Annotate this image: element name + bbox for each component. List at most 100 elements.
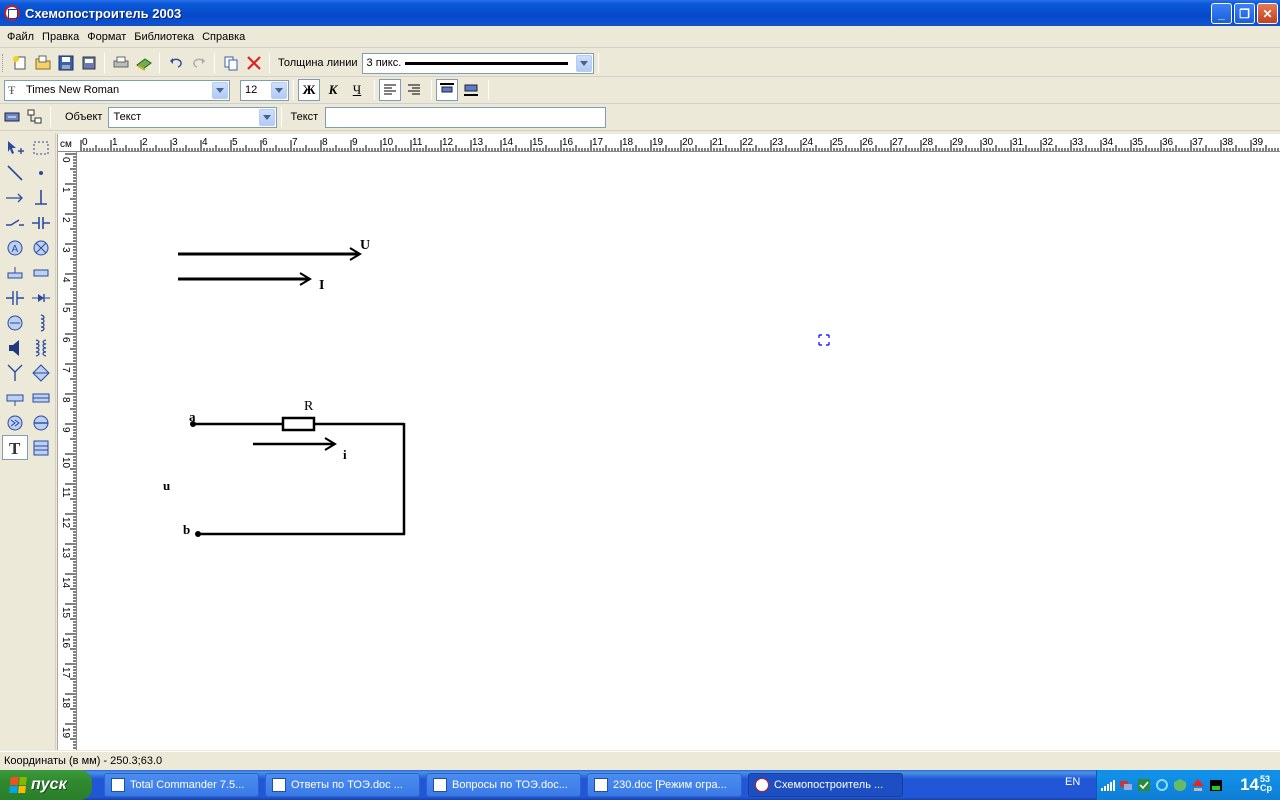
menu-edit[interactable]: Правка bbox=[38, 31, 83, 43]
schematic-sheet[interactable]: U I R a b i u bbox=[78, 153, 1280, 750]
menu-file[interactable]: Файл bbox=[3, 31, 38, 43]
bridge-tool[interactable] bbox=[28, 360, 54, 385]
selection-handles[interactable] bbox=[818, 334, 830, 346]
bold-button[interactable]: Ж bbox=[298, 79, 320, 101]
valign-top-button[interactable] bbox=[436, 79, 458, 101]
label-u[interactable]: u bbox=[163, 478, 170, 493]
relay-tool[interactable] bbox=[28, 385, 54, 410]
chevron-down-icon[interactable] bbox=[259, 108, 276, 126]
security-icon[interactable] bbox=[1173, 778, 1187, 792]
save-as-button[interactable] bbox=[77, 52, 100, 74]
frame-select-tool[interactable] bbox=[28, 135, 54, 160]
redo-button[interactable] bbox=[187, 52, 210, 74]
clock[interactable]: 14 53 Ср bbox=[1240, 775, 1272, 795]
text-input[interactable] bbox=[325, 106, 607, 128]
safely-remove-icon[interactable] bbox=[1191, 778, 1205, 792]
title-bar[interactable]: Схемопостроитель 2003 _ ❐ ✕ bbox=[0, 0, 1280, 26]
antivirus-icon[interactable] bbox=[1137, 778, 1151, 792]
inductor-tool[interactable] bbox=[28, 310, 54, 335]
italic-button[interactable]: К bbox=[322, 79, 344, 101]
valign-bottom-button[interactable] bbox=[460, 79, 482, 101]
font-name-select[interactable]: Ŧ Times New Roman bbox=[4, 79, 230, 101]
diode-tool[interactable] bbox=[28, 285, 54, 310]
terminal-b[interactable] bbox=[195, 531, 201, 537]
task-schematic-builder[interactable]: Схемопостроитель ... bbox=[748, 773, 903, 797]
open-file-button[interactable] bbox=[31, 52, 54, 74]
save-button[interactable] bbox=[54, 52, 77, 74]
label-a[interactable]: a bbox=[189, 409, 196, 424]
antenna-tool[interactable] bbox=[2, 360, 28, 385]
battery-icon[interactable] bbox=[1209, 778, 1223, 792]
label-I[interactable]: I bbox=[319, 278, 324, 293]
menu-help[interactable]: Справка bbox=[198, 31, 249, 43]
table-tool[interactable] bbox=[28, 435, 54, 460]
ammeter-tool[interactable]: A bbox=[2, 235, 28, 260]
arrow-tool[interactable] bbox=[2, 185, 28, 210]
chevron-down-icon[interactable] bbox=[212, 81, 228, 99]
task-answers-doc[interactable]: Ответы по ТОЭ.doc ... bbox=[265, 773, 420, 797]
copy-button[interactable] bbox=[219, 52, 242, 74]
motor-tool[interactable] bbox=[2, 310, 28, 335]
lamp-tool[interactable] bbox=[28, 235, 54, 260]
menu-library[interactable]: Библиотека bbox=[130, 31, 198, 43]
voltage-arrow-U[interactable] bbox=[178, 247, 362, 261]
preview-button[interactable] bbox=[132, 52, 155, 74]
drawing-area[interactable]: см 0 1 2 3 4 5 6 7 8 9 10 11 12 13 14 15 16 17 18 19 20 21 22 2… bbox=[57, 134, 1280, 750]
ground-tool[interactable] bbox=[28, 185, 54, 210]
speaker-tool[interactable] bbox=[2, 335, 28, 360]
select-tool[interactable] bbox=[2, 135, 28, 160]
schematic-drawing[interactable]: U I R a b i u bbox=[78, 153, 1280, 750]
delete-button[interactable] bbox=[242, 52, 265, 74]
switch-tool[interactable] bbox=[2, 210, 28, 235]
signal-icon[interactable] bbox=[1101, 778, 1115, 792]
system-tray: 14 53 Ср bbox=[1096, 770, 1280, 800]
capacitor-tool[interactable] bbox=[28, 210, 54, 235]
current-arrow-I[interactable] bbox=[178, 272, 312, 286]
language-indicator[interactable]: EN bbox=[1065, 776, 1080, 788]
toolbar-grip[interactable] bbox=[2, 54, 5, 72]
save-icon bbox=[58, 55, 73, 71]
label-b[interactable]: b bbox=[183, 522, 190, 537]
switch-icon bbox=[6, 218, 24, 226]
meter-tool[interactable] bbox=[28, 410, 54, 435]
line-tool[interactable] bbox=[2, 160, 28, 185]
object-props-button[interactable] bbox=[0, 106, 23, 128]
label-i[interactable]: i bbox=[343, 447, 347, 462]
start-button[interactable]: пуск bbox=[0, 770, 92, 800]
sync-icon[interactable] bbox=[1155, 778, 1169, 792]
task-questions-doc[interactable]: Вопросы по ТОЭ.doc... bbox=[426, 773, 581, 797]
underline-button[interactable]: Ч bbox=[346, 79, 368, 101]
network-icon[interactable] bbox=[1119, 778, 1133, 792]
align-right-button[interactable] bbox=[403, 79, 425, 101]
text-tool[interactable]: T bbox=[2, 435, 28, 460]
font-size-select[interactable]: 12 bbox=[240, 79, 289, 101]
maximize-button[interactable]: ❐ bbox=[1234, 3, 1255, 24]
circuit[interactable] bbox=[190, 416, 406, 537]
print-button[interactable] bbox=[109, 52, 132, 74]
valign-top-icon bbox=[440, 83, 454, 93]
label-U[interactable]: U bbox=[360, 238, 370, 253]
undo-button[interactable] bbox=[164, 52, 187, 74]
task-total-commander[interactable]: Total Commander 7.5... bbox=[104, 773, 259, 797]
chevron-down-icon[interactable] bbox=[271, 81, 287, 99]
task-230-doc[interactable]: 230.doc [Режим огра... bbox=[587, 773, 742, 797]
label-R[interactable]: R bbox=[304, 399, 314, 414]
new-file-button[interactable] bbox=[8, 52, 31, 74]
minimize-button[interactable]: _ bbox=[1211, 3, 1232, 24]
chevron-down-icon[interactable] bbox=[575, 54, 592, 72]
ruler-unit-label: см bbox=[60, 139, 72, 150]
align-left-button[interactable] bbox=[379, 79, 401, 101]
transformer-tool[interactable] bbox=[28, 335, 54, 360]
resistor-tool[interactable] bbox=[28, 260, 54, 285]
block-tool[interactable] bbox=[2, 385, 28, 410]
source-tool[interactable] bbox=[2, 410, 28, 435]
resistor-R[interactable] bbox=[281, 416, 316, 432]
capacitor2-tool[interactable] bbox=[2, 285, 28, 310]
line-width-select[interactable]: 3 пикс. bbox=[361, 52, 594, 74]
node-tool[interactable] bbox=[28, 160, 54, 185]
fuse-tool[interactable] bbox=[2, 260, 28, 285]
menu-format[interactable]: Формат bbox=[83, 31, 130, 43]
object-tree-button[interactable] bbox=[23, 106, 46, 128]
object-select[interactable]: Текст bbox=[108, 106, 278, 128]
close-button[interactable]: ✕ bbox=[1257, 3, 1278, 24]
